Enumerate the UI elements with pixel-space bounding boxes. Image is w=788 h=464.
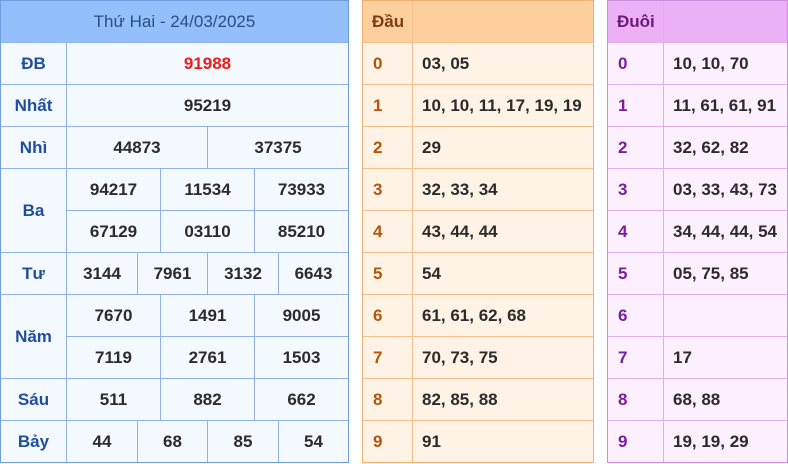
lottery-result-table: Thứ Hai - 24/03/2025 ĐB Nhất Nhì Ba Tư N… (0, 0, 349, 463)
duoi-key: 7 (618, 347, 628, 367)
prize-number: 7670 (94, 305, 133, 325)
prize-number: 94217 (89, 179, 138, 199)
prize-number: 9005 (282, 305, 321, 325)
tail-digit-table: Đuôi 0 10, 10, 70 1 11, 61, 61, 91 2 32, 62, … (607, 0, 788, 463)
dau-key: 7 (373, 347, 383, 367)
dau-header: Đầu (363, 1, 412, 42)
prize-number: 511 (99, 389, 128, 409)
duoi-key: 2 (618, 137, 628, 157)
prize-label-ba: Ba (1, 169, 67, 252)
prize-label-bay: Bảy (1, 421, 67, 462)
dau-values: 91 (422, 431, 441, 451)
prize-number: 11534 (184, 179, 231, 199)
duoi-key: 6 (618, 305, 628, 325)
duoi-values: 34, 44, 44, 54 (673, 221, 777, 241)
dau-key: 6 (373, 305, 383, 325)
prize-label-sau: Sáu (1, 379, 67, 420)
dau-values: 70, 73, 75 (422, 347, 498, 367)
duoi-key: 0 (618, 53, 628, 73)
prize-number: 7119 (95, 347, 132, 367)
prize-number: 662 (287, 389, 316, 409)
prize-number: 85210 (277, 221, 326, 241)
dau-key: 0 (373, 53, 383, 73)
prize-number: 73933 (277, 179, 326, 199)
dau-values: 54 (422, 263, 441, 283)
dau-values: 03, 05 (422, 53, 470, 73)
prize-label-nhi: Nhì (1, 127, 67, 168)
duoi-values: 03, 33, 43, 73 (673, 179, 777, 199)
prize-number: 67129 (89, 221, 138, 241)
dau-values: 29 (422, 137, 441, 157)
duoi-key: 1 (618, 95, 628, 115)
prize-number: 95219 (183, 95, 232, 115)
prize-number: 44873 (113, 137, 161, 157)
duoi-values: 05, 75, 85 (673, 263, 749, 283)
prize-number: 3132 (224, 263, 262, 283)
special-prize-number: 91988 (183, 53, 232, 73)
head-digit-table: Đầu 0 03, 05 1 10, 10, 11, 17, 19, 19 2 29 3 32… (362, 0, 594, 463)
dau-values: 32, 33, 34 (422, 179, 498, 199)
duoi-values: 17 (673, 347, 692, 367)
dau-values: 10, 10, 11, 17, 19, 19 (422, 95, 582, 115)
duoi-key: 4 (618, 221, 628, 241)
duoi-key: 9 (618, 431, 628, 451)
prize-number: 44 (92, 431, 112, 451)
prize-number: 85 (233, 431, 253, 451)
prize-number: 3144 (83, 263, 121, 283)
dau-header-blank (413, 1, 593, 42)
duoi-values: 11, 61, 61, 91 (673, 95, 777, 115)
dau-values: 82, 85, 88 (422, 389, 498, 409)
dau-key: 4 (373, 221, 383, 241)
prize-number: 1503 (282, 347, 321, 367)
duoi-key: 3 (618, 179, 628, 199)
duoi-values: 19, 19, 29 (673, 431, 749, 451)
prize-label-nhat: Nhất (1, 85, 67, 126)
prize-number: 2761 (188, 347, 227, 367)
duoi-key: 5 (618, 263, 628, 283)
dau-key: 1 (373, 95, 383, 115)
prize-label-tu: Tư (1, 253, 67, 294)
duoi-values: 10, 10, 70 (673, 53, 749, 73)
dau-values: 43, 44, 44 (422, 221, 498, 241)
duoi-key: 8 (618, 389, 628, 409)
prize-number: 7961 (153, 263, 192, 283)
prize-number: 6643 (294, 263, 333, 283)
prize-number: 1491 (188, 305, 227, 325)
dau-key: 5 (373, 263, 383, 283)
dau-key: 3 (373, 179, 383, 199)
prize-number: 37375 (254, 137, 302, 157)
duoi-values (664, 295, 787, 336)
dau-key: 8 (373, 389, 383, 409)
prize-number: 54 (304, 431, 323, 451)
prize-label-db: ĐB (1, 43, 67, 84)
duoi-values: 32, 62, 82 (673, 137, 749, 157)
result-date-title: Thứ Hai - 24/03/2025 (1, 1, 348, 42)
dau-key: 9 (373, 431, 383, 451)
prize-number: 882 (193, 389, 222, 409)
prize-number: 68 (163, 431, 182, 451)
prize-label-nam: Năm (1, 295, 67, 378)
duoi-header-blank (664, 1, 787, 42)
prize-number: 03110 (184, 221, 231, 241)
duoi-header: Đuôi (608, 1, 663, 42)
dau-values: 61, 61, 62, 68 (422, 305, 526, 325)
duoi-values: 68, 88 (673, 389, 721, 409)
dau-key: 2 (373, 137, 383, 157)
